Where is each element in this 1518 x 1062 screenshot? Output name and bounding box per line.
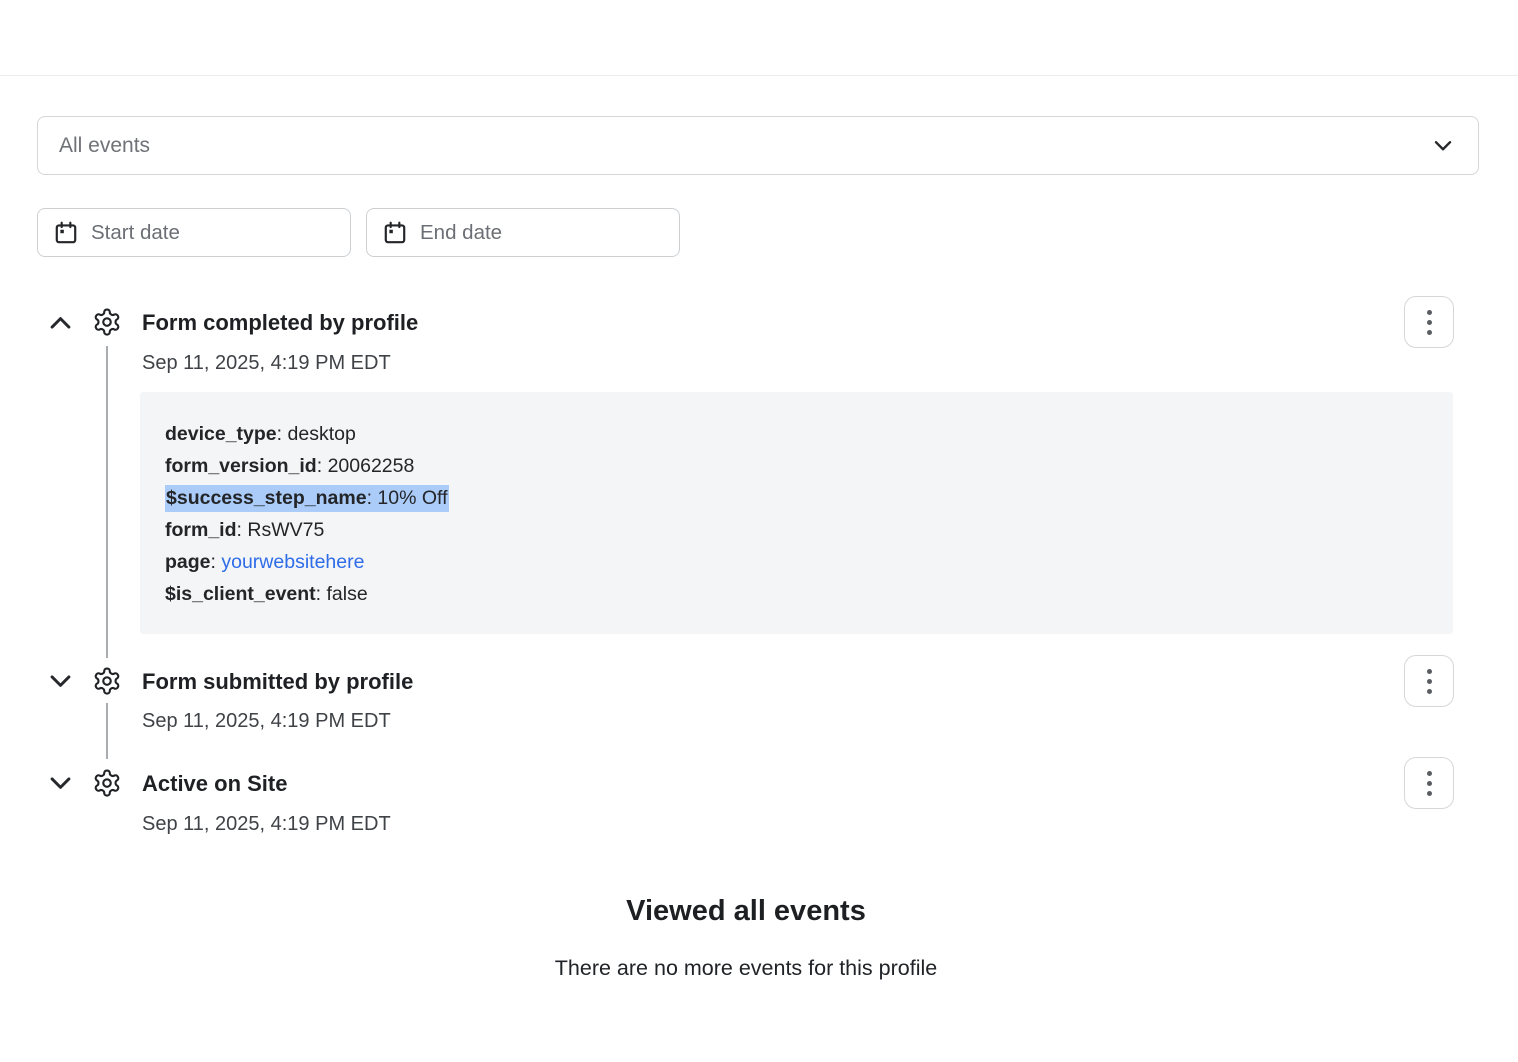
calendar-icon [382, 220, 408, 246]
chevron-up-icon [45, 307, 76, 338]
event-filter-value: All events [59, 134, 1430, 158]
event-property: $is_client_eventfalse [165, 578, 1428, 610]
event-property-selected: $success_step_name10% Off [165, 482, 1428, 514]
kebab-dot [1427, 689, 1432, 694]
event-menu-button[interactable] [1404, 757, 1454, 809]
event-menu-button[interactable] [1404, 655, 1454, 707]
event-property: device_typedesktop [165, 418, 1428, 450]
collapse-event-button[interactable] [44, 306, 76, 338]
end-of-feed-heading: Viewed all events [37, 895, 1455, 928]
chevron-down-icon [45, 768, 76, 799]
profile-activity-page: All events Start date End date [0, 0, 1518, 1062]
chevron-down-icon [45, 666, 76, 697]
event-timestamp: Sep 11, 2025, 4:19 PM EDT [142, 352, 391, 375]
gear-icon [92, 768, 122, 798]
start-date-placeholder: Start date [91, 221, 180, 245]
event-property: pageyourwebsitehere [165, 546, 1428, 578]
event-title: Active on Site [142, 771, 287, 797]
kebab-dot [1427, 679, 1432, 684]
event-menu-button[interactable] [1404, 296, 1454, 348]
calendar-icon [53, 220, 79, 246]
event-property: form_version_id20062258 [165, 450, 1428, 482]
gear-icon [92, 307, 122, 337]
end-date-placeholder: End date [420, 221, 502, 245]
kebab-dot [1427, 669, 1432, 674]
end-of-feed-message: There are no more events for this profil… [37, 956, 1455, 981]
event-timestamp: Sep 11, 2025, 4:19 PM EDT [142, 710, 391, 733]
kebab-dot [1427, 781, 1432, 786]
event-timestamp: Sep 11, 2025, 4:19 PM EDT [142, 813, 391, 836]
event-details-panel: device_typedesktop form_version_id200622… [140, 392, 1453, 634]
expand-event-button[interactable] [44, 767, 76, 799]
kebab-dot [1427, 320, 1432, 325]
end-date-input[interactable]: End date [366, 208, 680, 257]
expand-event-button[interactable] [44, 665, 76, 697]
start-date-input[interactable]: Start date [37, 208, 351, 257]
event-filter-select[interactable]: All events [37, 116, 1479, 175]
header-divider [0, 75, 1518, 76]
kebab-dot [1427, 771, 1432, 776]
kebab-dot [1427, 791, 1432, 796]
kebab-dot [1427, 330, 1432, 335]
page-link[interactable]: yourwebsitehere [221, 551, 364, 573]
timeline-connector [106, 703, 108, 759]
chevron-down-icon [1430, 133, 1456, 159]
gear-icon [92, 666, 122, 696]
kebab-dot [1427, 310, 1432, 315]
event-title: Form completed by profile [142, 310, 418, 336]
timeline-connector [106, 346, 108, 658]
event-property: form_idRsWV75 [165, 514, 1428, 546]
event-title: Form submitted by profile [142, 669, 413, 695]
